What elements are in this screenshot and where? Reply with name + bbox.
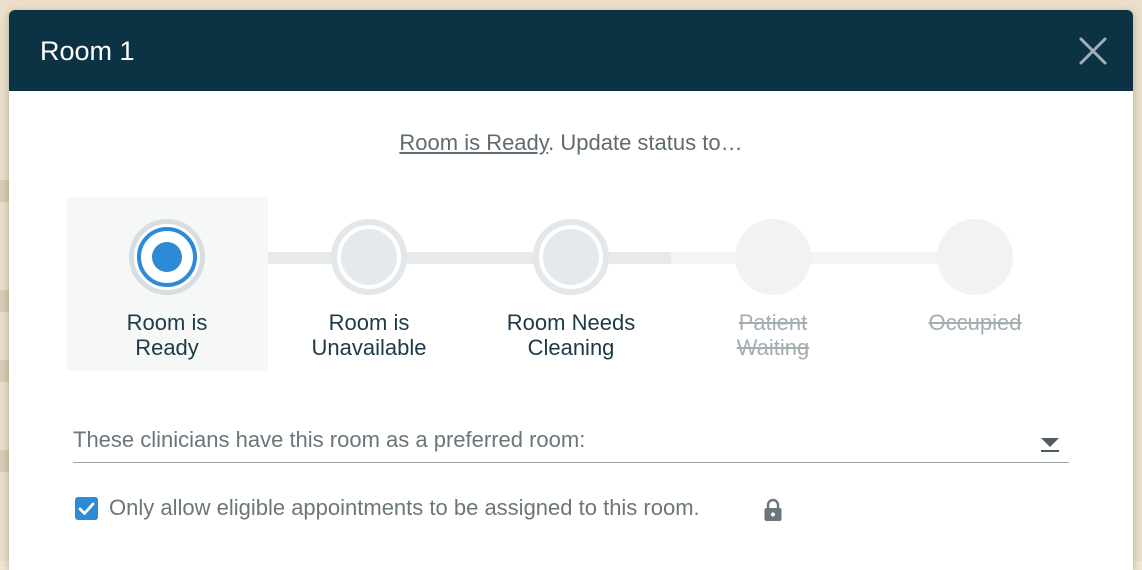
lock-icon	[764, 498, 782, 521]
current-status-link[interactable]: Room is Ready	[399, 130, 548, 155]
step-room-unavailable[interactable]: Room is Unavailable	[268, 197, 470, 371]
close-icon	[1079, 37, 1107, 65]
step-radio-selected	[129, 219, 205, 295]
step-label: Room is Unavailable	[311, 310, 427, 360]
select-label: These clinicians have this room as a pre…	[73, 427, 586, 452]
checkbox-label: Only allow eligible appointments to be a…	[109, 495, 700, 520]
step-label: Room is Ready	[126, 310, 208, 360]
preferred-clinicians-select[interactable]: These clinicians have this room as a pre…	[73, 422, 1069, 463]
dialog-header: Room 1	[9, 10, 1133, 91]
step-radio	[331, 219, 407, 295]
step-radio-disabled	[937, 219, 1013, 295]
step-room-needs-cleaning[interactable]: Room Needs Cleaning	[470, 197, 672, 371]
status-line: Room is Ready. Update status to…	[9, 130, 1133, 156]
status-stepper: Room is Ready Room is Unavailable Room N…	[9, 197, 1133, 373]
step-radio	[533, 219, 609, 295]
dialog-title: Room 1	[40, 36, 135, 66]
eligible-appointments-checkbox[interactable]	[75, 497, 98, 520]
step-occupied: Occupied	[874, 197, 1076, 371]
step-label: Room Needs Cleaning	[506, 310, 636, 360]
room-status-dialog: Room 1 Room is Ready. Update status to… …	[9, 10, 1133, 570]
status-suffix: . Update status to…	[548, 130, 743, 155]
step-radio-disabled	[735, 219, 811, 295]
step-label: Patient Waiting	[736, 310, 810, 360]
checkmark-icon	[78, 502, 95, 515]
close-button[interactable]	[1077, 35, 1109, 67]
step-room-ready[interactable]: Room is Ready	[66, 197, 268, 371]
step-label: Occupied	[928, 310, 1022, 335]
step-patient-waiting: Patient Waiting	[672, 197, 874, 371]
